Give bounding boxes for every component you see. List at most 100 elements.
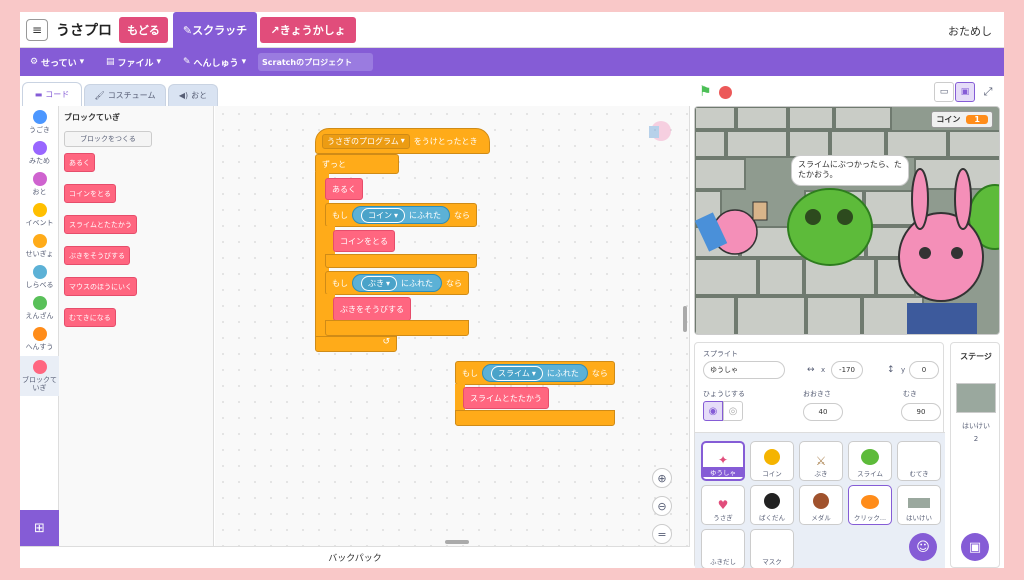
touching-dropdown[interactable]: ぶき ▾ [361,275,398,291]
sprite-thumb-rabbit[interactable]: ♥ うさぎ [701,485,745,525]
palette-block[interactable]: スライムとたたかう [64,215,137,234]
sprite-thumb-weapon[interactable]: ⚔ ぶき [799,441,843,481]
palette-block[interactable]: コインをとる [64,184,116,203]
sprite-name: はいけい [906,514,932,522]
caret-down-icon: ▾ [241,57,247,67]
normal-stage-button[interactable]: ▣ [955,82,975,102]
category-label: せいぎょ [25,250,54,258]
edit-menu[interactable]: ✎ へんしゅう ▾ [183,48,246,76]
sprite-thumb-coin[interactable]: コイン [750,441,794,481]
backdrop-thumbnail[interactable] [956,383,996,413]
sprite-thumb-mask[interactable]: マスク [750,529,794,568]
sprite-thumb-background[interactable]: はいけい [897,485,941,525]
x-input[interactable]: -170 [831,361,863,379]
category-operators[interactable]: えんざん [20,296,59,320]
stage[interactable]: コイン 1 スライムにぶつかったら、たたかおう。 [694,106,1000,335]
sprite-name: ふきだし [710,558,736,566]
direction-label: むき [903,390,917,398]
small-stage-button[interactable]: ▭ [934,82,954,102]
category-sensing[interactable]: しらべる [20,265,59,289]
category-motion[interactable]: うごき [20,110,59,134]
tab-sounds[interactable]: ◀) おと [168,84,218,106]
stop-icon[interactable] [719,86,732,99]
category-variables[interactable]: へんすう [20,327,59,351]
if-slime-block[interactable]: もし スライム ▾ にふれた なら [455,361,615,385]
y-input[interactable]: 0 [909,361,939,379]
touching-block[interactable]: スライム ▾ にふれた [482,364,588,382]
when-receive-hat-block[interactable]: うさぎのプログラム ▾ をうけとったとき [315,128,490,154]
get-coin-call-block[interactable]: コインをとる [333,230,395,252]
category-list: うごき みため おと イベント せいぎょ しらべる えんざん へんすう ブロック… [20,106,59,546]
sprite-name: むてき [909,470,929,478]
palette-block[interactable]: ぶきをそうびする [64,246,130,265]
sprite-name-input[interactable]: ゆうしゃ [703,361,785,379]
textbook-button[interactable]: ↗ きょうかしょ [260,17,356,43]
green-flag-icon[interactable]: ⚑ [699,84,712,100]
sprite-thumb-bubble[interactable]: ふきだし [701,529,745,568]
then-label: なら [454,210,471,220]
touching-block[interactable]: ぶき ▾ にふれた [352,274,443,292]
script-workspace[interactable]: うさぎのプログラム ▾ をうけとったとき ずっと あるく もし コイン ▾ にふれた… [215,106,690,546]
touching-block[interactable]: コイン ▾ にふれた [352,206,451,224]
add-backdrop-button[interactable]: ▣ [961,533,989,561]
rabbit-thumbnail: ♥ [717,498,729,512]
horizontal-scrollbar[interactable] [445,540,469,544]
fullscreen-button[interactable]: ⤢ [978,82,998,102]
direction-input[interactable]: 90 [901,403,941,421]
if-label: もし [462,368,478,378]
category-events[interactable]: イベント [20,203,59,227]
message-dropdown[interactable]: うさぎのプログラム ▾ [322,133,410,149]
stage-backdrop [695,107,999,334]
touching-dropdown[interactable]: コイン ▾ [361,207,406,223]
show-button[interactable]: ◉ [703,401,723,421]
sprite-thumb-medal[interactable]: メダル [799,485,843,525]
zoom-in-button[interactable]: ⊕ [652,468,672,488]
file-menu[interactable]: ▤ ファイル ▾ [106,48,161,76]
sprite-thumb-hero[interactable]: ✦ ゆうしゃ [701,441,745,481]
add-sprite-button[interactable]: ☺ [909,533,937,561]
category-dot [32,265,47,279]
vertical-scrollbar[interactable] [683,306,687,332]
touching-dropdown[interactable]: スライム ▾ [491,365,543,381]
size-input[interactable]: 40 [803,403,843,421]
editor-tabs: ▬ コード 🖌 コスチューム ◀) おと [20,82,320,106]
sprite-thumb-invincible[interactable]: むてき [897,441,941,481]
if-coin-block[interactable]: もし コイン ▾ にふれた なら [325,203,477,227]
external-link-icon: ↗ [270,23,280,37]
category-sound[interactable]: おと [20,172,59,196]
fight-call-block[interactable]: スライムとたたかう [463,387,549,409]
category-control[interactable]: せいぎょ [20,234,59,258]
tab-code[interactable]: ▬ コード [22,82,82,106]
x-arrows-icon: ↔ [807,365,815,375]
category-dot [32,110,47,124]
settings-menu[interactable]: ⚙ せってい ▾ [30,48,84,76]
zoom-reset-button[interactable]: = [652,524,672,544]
app-title: うさプロ [56,23,112,39]
palette-block[interactable]: マウスのほうにいく [64,277,137,296]
if-weapon-block[interactable]: もし ぶき ▾ にふれた なら [325,271,469,295]
sprite-thumb-bomb[interactable]: ばくだん [750,485,794,525]
make-block-button[interactable]: ブロックをつくる [64,131,152,147]
category-looks[interactable]: みため [20,141,59,165]
hamburger-icon[interactable]: ≡ [26,19,48,41]
walk-call-block[interactable]: あるく [325,178,363,200]
back-button[interactable]: もどる [119,17,168,43]
project-title-input[interactable]: Scratchのプロジェクト [258,53,373,71]
touching-label: にふれた [401,278,434,288]
fullscreen-icon: ⤢ [983,85,993,98]
palette-block[interactable]: あるく [64,153,95,172]
forever-block[interactable]: ずっと [315,154,399,174]
equip-call-block[interactable]: ぶきをそうびする [333,297,411,321]
palette-block[interactable]: むてきになる [64,308,116,327]
sprite-thumb-click[interactable]: クリック... [848,485,892,525]
hide-button[interactable]: ◎ [723,401,743,421]
tab-costumes[interactable]: 🖌 コスチューム [84,84,166,106]
zoom-out-button[interactable]: ⊖ [652,496,672,516]
category-my-blocks[interactable]: ブロックていぎ [20,356,59,396]
backpack-bar[interactable]: バックパック [20,546,690,568]
brush-icon: 🖌 [94,91,105,100]
sprite-thumb-slime[interactable]: スライム [848,441,892,481]
scratch-tab[interactable]: ✎ スクラッチ [173,12,257,48]
add-extension-button[interactable]: ⊞ [20,510,59,546]
current-sprite-ghost [645,118,677,144]
